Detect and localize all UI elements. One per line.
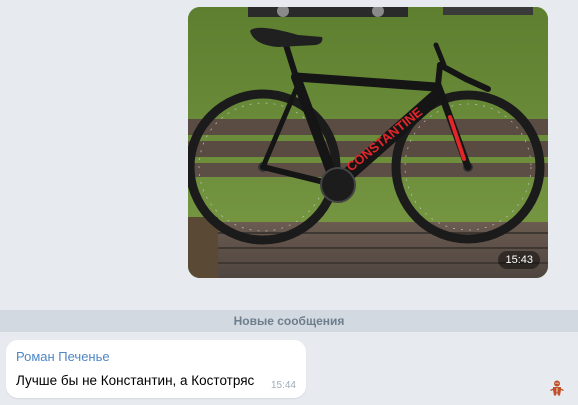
photo-message[interactable]: CONSTANTINE 15:43 bbox=[188, 7, 548, 278]
gingerbread-man-icon[interactable] bbox=[549, 380, 565, 396]
chat-history[interactable]: CONSTANTINE 15:43 Новые сообщения Роман … bbox=[0, 0, 578, 405]
new-messages-label: Новые сообщения bbox=[233, 314, 345, 328]
new-messages-divider: Новые сообщения bbox=[0, 310, 578, 332]
bicycle-photo[interactable]: CONSTANTINE bbox=[188, 7, 548, 278]
message-timestamp: 15:44 bbox=[270, 380, 296, 391]
message-text: Лучше бы не Константин, а Костотряс bbox=[16, 373, 255, 388]
text-message[interactable]: Роман Печенье Лучше бы не Константин, а … bbox=[6, 340, 306, 398]
sender-name[interactable]: Роман Печенье bbox=[16, 349, 110, 364]
photo-timestamp: 15:43 bbox=[498, 251, 540, 269]
